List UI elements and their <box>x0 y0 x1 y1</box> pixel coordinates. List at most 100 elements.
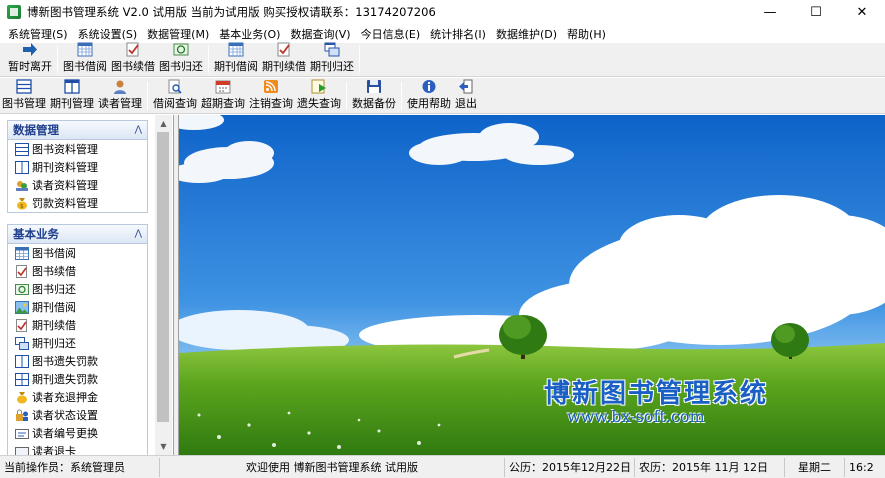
toolbar-separator <box>57 45 58 73</box>
menu-data-management[interactable]: 数据管理(M) <box>142 26 214 42</box>
feed-icon <box>264 80 278 93</box>
window-title: 博新图书管理系统 V2.0 试用版 当前为试用版 购买授权请联系：1317420… <box>27 5 436 19</box>
book-return-button[interactable]: 图书归还 <box>157 42 205 76</box>
cancel-query-button[interactable]: 注销查询 <box>247 79 295 113</box>
sidebar-item-book-return[interactable]: 图书归还 <box>8 280 147 298</box>
sidebar-item-reader-status[interactable]: 读者状态设置 <box>8 406 147 424</box>
book-borrow-button[interactable]: 图书借阅 <box>61 42 109 76</box>
backup-button[interactable]: 数据备份 <box>350 79 398 113</box>
menu-data-query[interactable]: 数据查询(V) <box>285 26 355 42</box>
minimize-button[interactable]: — <box>747 0 793 24</box>
sidebar-item-reader-data[interactable]: 读者资料管理 <box>8 176 147 194</box>
lost-query-button[interactable]: 遗失查询 <box>295 79 343 113</box>
sidebar-item-journal-return[interactable]: 期刊归还 <box>8 334 147 352</box>
reader-management-button[interactable]: 读者管理 <box>96 79 144 113</box>
status-weekday: 星期二 <box>785 457 845 477</box>
panel-header[interactable]: 数据管理 ⋀ <box>8 121 147 140</box>
brand-url: www.bx-soft.com <box>567 407 705 426</box>
sidebar-item-label: 图书归还 <box>32 283 76 296</box>
sidebar-item-journal-renew[interactable]: 期刊续借 <box>8 316 147 334</box>
sidebar-item-fine-data[interactable]: $ 罚款资料管理 <box>8 194 147 212</box>
document-search-icon <box>168 79 182 94</box>
journal-return-button[interactable]: 期刊归还 <box>308 42 356 76</box>
collapse-icon[interactable]: ⋀ <box>135 125 142 135</box>
sidebar-item-reader-id-change[interactable]: 读者编号更换 <box>8 424 147 442</box>
menu-data-maintenance[interactable]: 数据维护(D) <box>491 26 562 42</box>
status-gregorian-date: 公历：2015年12月22日 <box>505 457 635 477</box>
book-return-label: 图书归还 <box>159 60 203 73</box>
status-lunar-date: 农历：2015年 11月 12日 <box>635 457 785 477</box>
status-operator: 当前操作员：系统管理员 <box>0 457 160 477</box>
sidebar-item-journal-borrow[interactable]: 期刊借阅 <box>8 298 147 316</box>
collapse-icon[interactable]: ⋀ <box>135 229 142 239</box>
book-renew-button[interactable]: 图书续借 <box>109 42 157 76</box>
picture-icon <box>15 300 29 314</box>
sidebar-item-journal-lost-fine[interactable]: 期刊遗失罚款 <box>8 370 147 388</box>
menu-settings[interactable]: 系统设置(S) <box>73 26 143 42</box>
notepad-check-icon <box>16 318 27 332</box>
calendar-grid-icon <box>15 246 29 260</box>
journal-renew-button[interactable]: 期刊续借 <box>260 42 308 76</box>
journal-borrow-button[interactable]: 期刊借阅 <box>212 42 260 76</box>
cancel-query-label: 注销查询 <box>249 97 293 110</box>
grid-icon <box>15 372 29 386</box>
close-button[interactable]: ✕ <box>839 0 885 24</box>
sidebar-item-label: 读者资料管理 <box>32 179 98 192</box>
sidebar-item-deposit[interactable]: 读者充退押金 <box>8 388 147 406</box>
sidebar-item-book-borrow[interactable]: 图书借阅 <box>8 244 147 262</box>
users-icon <box>16 180 28 191</box>
book-borrow-label: 图书借阅 <box>63 60 107 73</box>
sidebar-item-journal-data[interactable]: 期刊资料管理 <box>8 158 147 176</box>
scroll-down-icon[interactable]: ▼ <box>155 438 172 455</box>
journal-borrow-label: 期刊借阅 <box>214 60 258 73</box>
sidebar-item-label: 期刊借阅 <box>32 301 76 314</box>
overdue-query-button[interactable]: 超期查询 <box>199 79 247 113</box>
sidebar-item-label: 读者退卡 <box>32 445 76 455</box>
borrow-query-label: 借阅查询 <box>153 97 197 110</box>
menu-today-info[interactable]: 今日信息(E) <box>356 26 426 42</box>
help-button[interactable]: 使用帮助 <box>405 79 453 113</box>
menu-system[interactable]: 系统管理(S) <box>3 26 73 42</box>
notepad-check-icon <box>126 42 139 57</box>
sidebar-item-book-data[interactable]: 图书资料管理 <box>8 140 147 158</box>
table-icon <box>15 142 29 156</box>
toolbar-separator <box>147 82 148 110</box>
document-arrow-icon <box>311 79 326 94</box>
journal-management-button[interactable]: 期刊管理 <box>48 79 96 113</box>
status-welcome: 欢迎使用 博新图书管理系统 试用版 <box>160 457 505 477</box>
maximize-button[interactable]: ☐ <box>793 0 839 24</box>
sidebar: 数据管理 ⋀ 图书资料管理 期刊资料管理 读者资料管理 $ 罚款资料管理 基本业… <box>0 115 174 455</box>
scroll-up-icon[interactable]: ▲ <box>155 115 172 132</box>
journal-renew-label: 期刊续借 <box>262 60 306 73</box>
menu-statistics[interactable]: 统计排名(I) <box>425 26 491 42</box>
columns-icon <box>15 160 29 174</box>
user-icon <box>114 80 126 94</box>
arrow-right-icon <box>23 43 37 56</box>
panel-basic-business: 基本业务 ⋀ 图书借阅 图书续借 图书归还 期刊借阅 期刊续借 期刊归还 图书遗… <box>7 224 148 455</box>
journal-management-label: 期刊管理 <box>50 97 94 110</box>
sidebar-item-reader-card-return[interactable]: 读者退卡 <box>8 442 147 455</box>
toolbar-separator <box>346 82 347 110</box>
journal-return-label: 期刊归还 <box>310 60 354 73</box>
sidebar-item-label: 读者充退押金 <box>32 391 98 404</box>
sidebar-item-book-lost-fine[interactable]: 图书遗失罚款 <box>8 352 147 370</box>
panel-header[interactable]: 基本业务 ⋀ <box>8 225 147 244</box>
sidebar-item-label: 图书续借 <box>32 265 76 278</box>
leave-button[interactable]: 暂时离开 <box>6 42 54 76</box>
exit-door-icon <box>459 79 473 94</box>
menu-basic-business[interactable]: 基本业务(O) <box>214 26 285 42</box>
scrollbar-thumb[interactable] <box>157 132 169 422</box>
help-label: 使用帮助 <box>407 97 451 110</box>
exit-button[interactable]: 退出 <box>453 79 479 113</box>
borrow-query-button[interactable]: 借阅查询 <box>151 79 199 113</box>
status-bar: 当前操作员：系统管理员 欢迎使用 博新图书管理系统 试用版 公历：2015年12… <box>0 455 885 478</box>
card-icon <box>15 446 29 455</box>
exit-label: 退出 <box>455 97 477 110</box>
sidebar-item-book-renew[interactable]: 图书续借 <box>8 262 147 280</box>
menu-help[interactable]: 帮助(H) <box>562 26 611 42</box>
sidebar-scrollbar[interactable]: ▲ ▼ <box>155 115 172 455</box>
sidebar-item-label: 期刊续借 <box>32 319 76 332</box>
calendar-grid-icon <box>228 42 244 57</box>
brand-title: 博新图书管理系统 <box>544 379 769 409</box>
book-management-button[interactable]: 图书管理 <box>0 79 48 113</box>
